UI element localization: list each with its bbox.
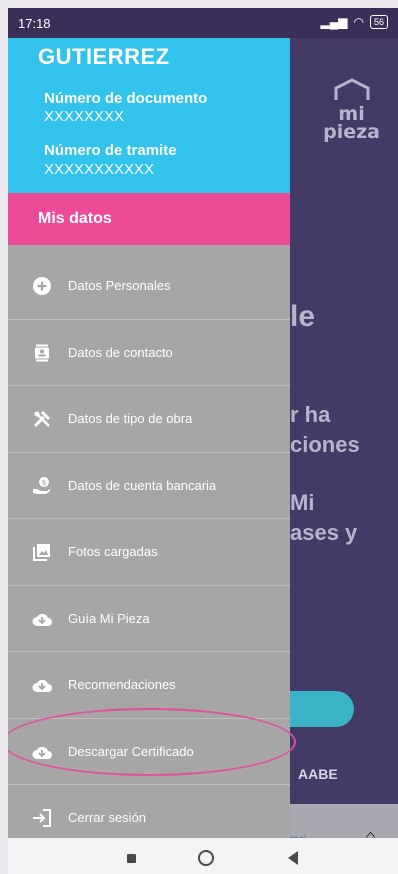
- svg-text:$: $: [41, 478, 46, 487]
- menu-item-label: Datos de contacto: [68, 344, 173, 360]
- menu-item-label: Cerrar sesión: [68, 810, 147, 825]
- menu-item-label: Datos de tipo de obra: [68, 411, 193, 426]
- cloud-download-icon: [32, 742, 52, 762]
- user-name: GUTIERREZ: [38, 44, 170, 69]
- bg-text-fragment: ases y: [290, 520, 358, 545]
- status-bar: 17:18 ▂▄▆ ◠ 56: [8, 8, 398, 38]
- cloud-download-icon: [32, 609, 52, 629]
- bg-text-fragment: le: [290, 300, 316, 333]
- document-label: Número de documento: [44, 90, 208, 107]
- menu-item-datos-tipo-obra[interactable]: Datos de tipo de obra: [8, 386, 290, 453]
- menu-item-label: Datos Personales: [68, 278, 171, 293]
- wifi-icon: ◠: [353, 15, 364, 29]
- menu-item-guia-mi-pieza[interactable]: Guía Mi Pieza: [8, 586, 290, 652]
- bg-action-button: [290, 691, 354, 727]
- signal-icon: ▂▄▆: [320, 15, 348, 29]
- menu-item-datos-personales[interactable]: Datos Personales: [8, 253, 290, 320]
- logout-icon: [32, 808, 52, 828]
- bg-text-fragment: r ha: [290, 402, 331, 427]
- bg-text-fragment: Mi: [290, 490, 315, 515]
- menu-item-label: Descargar Certificado: [68, 743, 194, 759]
- menu-item-fotos-cargadas[interactable]: Fotos cargadas: [8, 519, 290, 586]
- status-icons: ▂▄▆ ◠ 56: [321, 15, 388, 29]
- tools-icon: [32, 409, 52, 429]
- bg-brand-label: AABE: [298, 766, 338, 782]
- hand-money-icon: $: [32, 476, 52, 496]
- menu-item-datos-cuenta-bancaria[interactable]: $ Datos de cuenta bancaria: [8, 453, 290, 519]
- contact-card-icon: [32, 343, 52, 363]
- back-button[interactable]: [288, 851, 298, 865]
- menu-item-recomendaciones[interactable]: Recomendaciones: [8, 652, 290, 719]
- mi-pieza-logo: mi pieza: [323, 78, 380, 143]
- menu-item-label: Recomendaciones: [68, 677, 176, 692]
- menu-item-descargar-certificado[interactable]: Descargar Certificado: [8, 719, 290, 785]
- menu-item-label: Fotos cargadas: [68, 544, 158, 559]
- status-time: 17:18: [18, 16, 51, 31]
- tramite-label: Número de tramite: [44, 142, 177, 159]
- recents-button[interactable]: [127, 854, 136, 863]
- phone-screen: 17:18 ▂▄▆ ◠ 56 mi pieza le r ha ciones M…: [8, 8, 398, 874]
- drawer-header: GUTIERREZ Número de documento XXXXXXXX N…: [8, 38, 290, 193]
- photos-icon: [32, 542, 52, 562]
- house-logo-icon: [334, 78, 370, 100]
- menu-item-label: Datos de cuenta bancaria: [68, 477, 217, 493]
- menu-item-datos-contacto[interactable]: Datos de contacto: [8, 320, 290, 386]
- system-nav-bar: [8, 838, 398, 874]
- section-title-label: Mis datos: [38, 210, 112, 227]
- logo-line-2: pieza: [323, 121, 380, 143]
- section-title-mis-datos: Mis datos: [8, 193, 290, 245]
- drawer-menu: Datos Personales Datos de contacto Datos…: [8, 253, 290, 851]
- battery-icon: 56: [369, 15, 388, 29]
- navigation-drawer: GUTIERREZ Número de documento XXXXXXXX N…: [8, 38, 290, 838]
- tramite-value: XXXXXXXXXXX: [44, 161, 155, 178]
- bg-text-fragment: ciones: [290, 432, 360, 457]
- cloud-download-icon: [32, 675, 52, 695]
- plus-circle-icon: [32, 276, 52, 296]
- document-value: XXXXXXXX: [44, 108, 125, 125]
- menu-item-label: Guía Mi Pieza: [68, 610, 150, 626]
- home-button[interactable]: [198, 850, 214, 866]
